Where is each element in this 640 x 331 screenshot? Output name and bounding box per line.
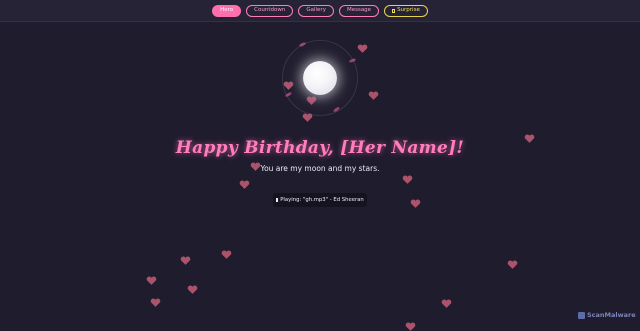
heart-icon: [146, 275, 157, 286]
heart-icon: [306, 95, 317, 106]
nav-button-hero[interactable]: Hero: [212, 4, 242, 17]
gift-icon: [392, 8, 396, 13]
nav-button-gallery[interactable]: Gallery: [298, 4, 334, 17]
heart-icon: [368, 90, 379, 101]
now-playing-text: Playing: "gh.mp3" - Ed Sheeran: [280, 197, 364, 203]
moon-graphic: [282, 40, 358, 116]
heart-icon: [507, 259, 518, 270]
moon-icon: [303, 61, 337, 95]
nav-button-message[interactable]: Message: [338, 4, 380, 17]
watermark: ScanMalware: [578, 311, 636, 319]
now-playing-badge[interactable]: Playing: "gh.mp3" - Ed Sheeran: [273, 193, 367, 207]
top-nav-bar: Hero Countdown Gallery Message Surprise: [0, 0, 640, 22]
heart-icon: [283, 80, 294, 91]
heart-icon: [402, 174, 413, 185]
heart-icon: [410, 198, 421, 209]
watermark-text: ScanMalware: [587, 311, 636, 319]
heart-icon: [239, 179, 250, 190]
heart-icon: [221, 249, 232, 260]
heart-icon: [405, 321, 416, 331]
heart-icon: [302, 112, 313, 123]
nav-button-countdown[interactable]: Countdown: [246, 4, 294, 17]
heart-icon: [187, 284, 198, 295]
heart-icon: [150, 297, 161, 308]
watermark-logo-icon: [578, 311, 585, 319]
nav-button-surprise-label: Surprise: [397, 6, 420, 13]
heart-icon: [180, 255, 191, 266]
heart-icon: [441, 298, 452, 309]
hero-subtitle: You are my moon and my stars.: [260, 164, 380, 173]
birthday-title: Happy Birthday, [Her Name]!: [175, 138, 465, 158]
nav-button-surprise[interactable]: Surprise: [384, 4, 428, 17]
heart-icon: [357, 43, 368, 54]
music-note-icon: [276, 198, 279, 202]
